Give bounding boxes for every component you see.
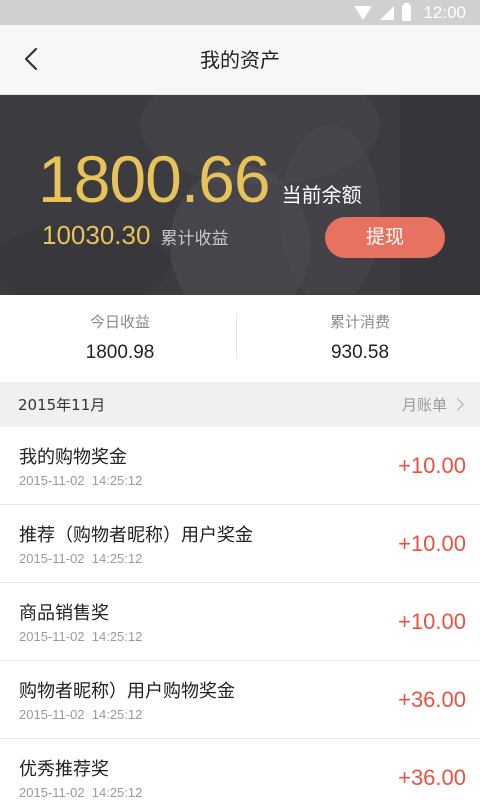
total-spend-value: 930.58 [330, 342, 390, 363]
month-section-header: 2015年11月 月账单 [0, 382, 480, 427]
cumulative-income-label: 累计收益 [160, 229, 229, 249]
chevron-right-icon [451, 398, 464, 411]
monthly-bill-link[interactable]: 月账单 [401, 394, 464, 415]
transaction-time: 2015-11-02 14:25:12 [19, 785, 143, 800]
cumulative-income-row: 10030.30 累计收益 [42, 220, 228, 251]
transaction-list: 我的购物奖金 2015-11-02 14:25:12 +10.00 推荐（购物者… [0, 427, 480, 800]
back-button[interactable] [14, 41, 50, 77]
wifi-icon [354, 5, 373, 20]
stats-divider [236, 313, 237, 359]
total-spend-stat: 累计消费 930.58 [240, 295, 480, 382]
transaction-row[interactable]: 购物者昵称）用户购物奖金 2015-11-02 14:25:12 +36.00 [0, 661, 480, 739]
transaction-title: 购物者昵称）用户购物奖金 [19, 681, 235, 702]
stats-panel: 今日收益 1800.98 累计消费 930.58 [0, 295, 480, 382]
transaction-row[interactable]: 推荐（购物者昵称）用户奖金 2015-11-02 14:25:12 +10.00 [0, 505, 480, 583]
status-bar: 12:00 [0, 0, 480, 25]
status-time: 12:00 [423, 2, 466, 22]
transaction-amount: +10.00 [398, 531, 466, 556]
transaction-time: 2015-11-02 14:25:12 [19, 707, 143, 722]
today-income-label: 今日收益 [89, 313, 150, 331]
balance-amount: 1800.66 [38, 142, 271, 216]
cumulative-income-amount: 10030.30 [42, 220, 151, 250]
transaction-amount: +10.00 [398, 609, 466, 634]
transaction-row[interactable]: 我的购物奖金 2015-11-02 14:25:12 +10.00 [0, 427, 480, 505]
transaction-amount: +36.00 [398, 687, 466, 712]
app-header: 我的资产 [0, 25, 480, 95]
chevron-left-icon [24, 47, 38, 71]
transaction-title: 推荐（购物者昵称）用户奖金 [19, 525, 253, 546]
battery-icon [402, 2, 412, 21]
today-income-stat: 今日收益 1800.98 [0, 295, 240, 382]
transaction-title: 商品销售奖 [19, 603, 109, 624]
transaction-title: 我的购物奖金 [19, 447, 127, 468]
transaction-amount: +10.00 [398, 453, 466, 478]
monthly-bill-label: 月账单 [401, 396, 447, 414]
transaction-time: 2015-11-02 14:25:12 [19, 473, 143, 488]
transaction-time: 2015-11-02 14:25:12 [19, 629, 143, 644]
transaction-row[interactable]: 商品销售奖 2015-11-02 14:25:12 +10.00 [0, 583, 480, 661]
withdraw-button[interactable]: 提现 [325, 217, 445, 258]
balance-row: 1800.66 当前余额 [38, 141, 362, 217]
total-spend-label: 累计消费 [329, 313, 390, 331]
status-icons: 12:00 [354, 0, 466, 25]
page-title: 我的资产 [200, 48, 280, 72]
transaction-time: 2015-11-02 14:25:12 [19, 551, 143, 566]
transaction-row[interactable]: 优秀推荐奖 2015-11-02 14:25:12 +36.00 [0, 739, 480, 800]
balance-label: 当前余额 [281, 183, 362, 207]
signal-icon [380, 5, 395, 20]
month-label: 2015年11月 [18, 396, 106, 414]
transaction-amount: +36.00 [398, 765, 466, 790]
transaction-title: 优秀推荐奖 [19, 759, 109, 780]
balance-banner: 1800.66 当前余额 10030.30 累计收益 提现 [0, 95, 480, 295]
today-income-value: 1800.98 [85, 342, 155, 363]
